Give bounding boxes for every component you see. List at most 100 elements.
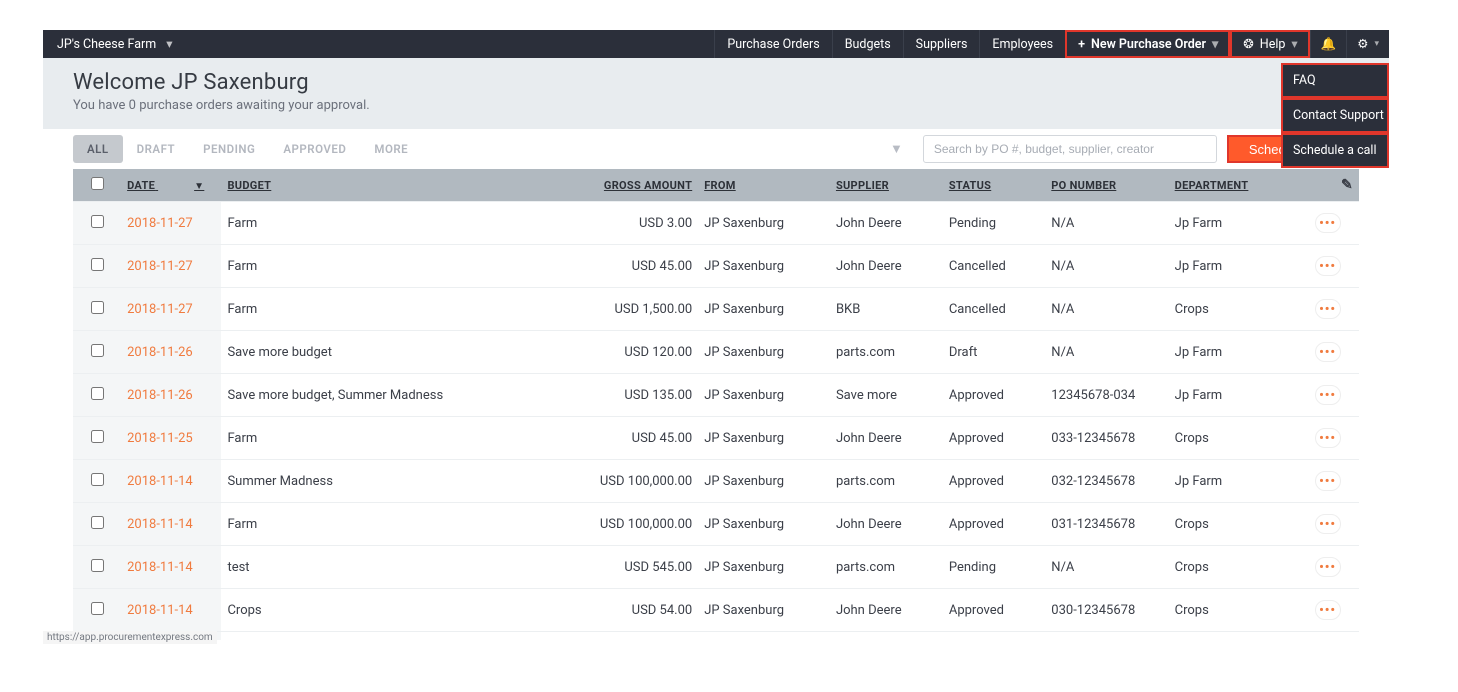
row-actions-button[interactable]: ••• xyxy=(1315,600,1341,620)
row-status: Pending xyxy=(943,632,1045,640)
row-actions-button[interactable]: ••• xyxy=(1315,385,1341,405)
po-table-wrap: DATE ▼ BUDGET GROSS AMOUNT FROM SUPPLIER… xyxy=(43,169,1389,640)
settings-button[interactable]: ⚙ ▾ xyxy=(1346,30,1389,58)
row-checkbox[interactable] xyxy=(91,602,104,615)
table-row: 2018-11-14Summer MadnessUSD 100,000.00JP… xyxy=(73,460,1359,503)
row-actions-button[interactable]: ••• xyxy=(1315,471,1341,491)
row-po: 032-12345678 xyxy=(1045,460,1168,503)
row-date-link[interactable]: 2018-11-25 xyxy=(127,431,193,446)
row-po: N/A xyxy=(1045,202,1168,245)
row-actions-button[interactable]: ••• xyxy=(1315,213,1341,233)
row-date-link[interactable]: 2018-11-14 xyxy=(127,560,193,575)
org-name: JP's Cheese Farm xyxy=(57,37,156,52)
row-checkbox[interactable] xyxy=(91,344,104,357)
row-gross: USD 3.00 xyxy=(577,202,698,245)
row-date-link[interactable]: 2018-11-27 xyxy=(127,302,193,317)
nav-label: New Purchase Order xyxy=(1091,37,1206,52)
tab-all[interactable]: ALL xyxy=(73,135,123,163)
row-dept: Jp Farm xyxy=(1169,245,1297,288)
row-dept: Crops xyxy=(1169,632,1297,640)
row-actions-button[interactable]: ••• xyxy=(1315,299,1341,319)
row-date-link[interactable]: 2018-11-14 xyxy=(127,517,193,532)
bell-icon: 🔔 xyxy=(1321,37,1337,52)
row-date-link[interactable]: 2018-11-26 xyxy=(127,345,193,360)
org-switcher[interactable]: JP's Cheese Farm ▾ xyxy=(57,36,172,52)
caret-down-icon: ▾ xyxy=(166,36,172,52)
edit-columns-icon[interactable]: ✎ xyxy=(1341,177,1353,193)
filter-icon[interactable]: ▼ xyxy=(880,141,913,157)
row-from: JP Saxenburg xyxy=(698,589,830,632)
table-row: 2018-11-26Save more budget, Summer Madne… xyxy=(73,374,1359,417)
help-schedule[interactable]: Schedule a call xyxy=(1283,135,1387,166)
row-dept: Jp Farm xyxy=(1169,460,1297,503)
row-budget: test xyxy=(221,546,576,589)
row-date-link[interactable]: 2018-11-26 xyxy=(127,388,193,403)
search-input[interactable] xyxy=(923,135,1217,163)
new-purchase-order-button[interactable]: + New Purchase Order ▾ xyxy=(1065,30,1230,58)
row-checkbox[interactable] xyxy=(91,473,104,486)
page-title: Welcome JP Saxenburg xyxy=(73,70,1359,95)
row-budget: Crops xyxy=(221,589,576,632)
row-checkbox[interactable] xyxy=(91,215,104,228)
row-budget: Farm xyxy=(221,288,576,331)
help-faq[interactable]: FAQ xyxy=(1283,65,1387,96)
col-supplier[interactable]: SUPPLIER xyxy=(830,169,943,202)
notifications-button[interactable]: 🔔 xyxy=(1310,30,1347,58)
row-date-link[interactable]: 2018-11-27 xyxy=(127,216,193,231)
plus-icon: + xyxy=(1078,37,1085,52)
row-checkbox[interactable] xyxy=(91,258,104,271)
row-status: Draft xyxy=(943,331,1045,374)
row-po: N/A xyxy=(1045,331,1168,374)
col-gross[interactable]: GROSS AMOUNT xyxy=(577,169,698,202)
col-po-number[interactable]: PO NUMBER xyxy=(1045,169,1168,202)
table-row: 2018-11-14Summer MadnessUSD 545.00JP Sax… xyxy=(73,632,1359,640)
row-actions-button[interactable]: ••• xyxy=(1315,514,1341,534)
tab-draft[interactable]: DRAFT xyxy=(123,135,189,163)
row-dept: Crops xyxy=(1169,503,1297,546)
row-from: JP Saxenburg xyxy=(698,460,830,503)
row-date-link[interactable]: 2018-11-14 xyxy=(127,603,193,618)
welcome-banner: Welcome JP Saxenburg You have 0 purchase… xyxy=(43,58,1389,129)
row-gross: USD 545.00 xyxy=(577,546,698,589)
col-from[interactable]: FROM xyxy=(698,169,830,202)
row-status: Cancelled xyxy=(943,288,1045,331)
row-po: N/A xyxy=(1045,245,1168,288)
nav-suppliers[interactable]: Suppliers xyxy=(903,30,980,58)
row-supplier: John Deere xyxy=(830,202,943,245)
row-date-link[interactable]: 2018-11-27 xyxy=(127,259,193,274)
nav-employees[interactable]: Employees xyxy=(979,30,1065,58)
help-menu-button[interactable]: ❂ Help ▾ xyxy=(1230,30,1309,58)
col-department[interactable]: DEPARTMENT xyxy=(1169,169,1297,202)
row-actions-button[interactable]: ••• xyxy=(1315,557,1341,577)
row-checkbox[interactable] xyxy=(91,301,104,314)
row-date-link[interactable]: 2018-11-14 xyxy=(127,474,193,489)
life-ring-icon: ❂ xyxy=(1243,36,1253,52)
tab-label: MORE xyxy=(374,142,408,156)
row-actions-button[interactable]: ••• xyxy=(1315,428,1341,448)
row-from: JP Saxenburg xyxy=(698,374,830,417)
col-status[interactable]: STATUS xyxy=(943,169,1045,202)
row-actions-button[interactable]: ••• xyxy=(1315,256,1341,276)
row-checkbox[interactable] xyxy=(91,516,104,529)
col-budget[interactable]: BUDGET xyxy=(221,169,576,202)
topbar: JP's Cheese Farm ▾ Purchase Orders Budge… xyxy=(43,30,1389,58)
status-tabs: ALL DRAFT PENDING APPROVED MORE xyxy=(73,135,422,163)
row-status: Approved xyxy=(943,589,1045,632)
col-date[interactable]: DATE ▼ xyxy=(121,169,221,202)
row-from: JP Saxenburg xyxy=(698,546,830,589)
tab-label: APPROVED xyxy=(283,142,346,156)
row-checkbox[interactable] xyxy=(91,559,104,572)
help-contact[interactable]: Contact Support xyxy=(1283,100,1387,131)
select-all-checkbox[interactable] xyxy=(91,177,104,190)
tab-more[interactable]: MORE xyxy=(360,135,422,163)
nav-budgets[interactable]: Budgets xyxy=(832,30,903,58)
row-checkbox[interactable] xyxy=(91,387,104,400)
row-supplier: BKB xyxy=(830,288,943,331)
row-gross: USD 120.00 xyxy=(577,331,698,374)
row-checkbox[interactable] xyxy=(91,430,104,443)
col-label: DATE xyxy=(127,179,155,192)
tab-approved[interactable]: APPROVED xyxy=(269,135,360,163)
tab-pending[interactable]: PENDING xyxy=(189,135,269,163)
row-actions-button[interactable]: ••• xyxy=(1315,342,1341,362)
nav-purchase-orders[interactable]: Purchase Orders xyxy=(714,30,831,58)
